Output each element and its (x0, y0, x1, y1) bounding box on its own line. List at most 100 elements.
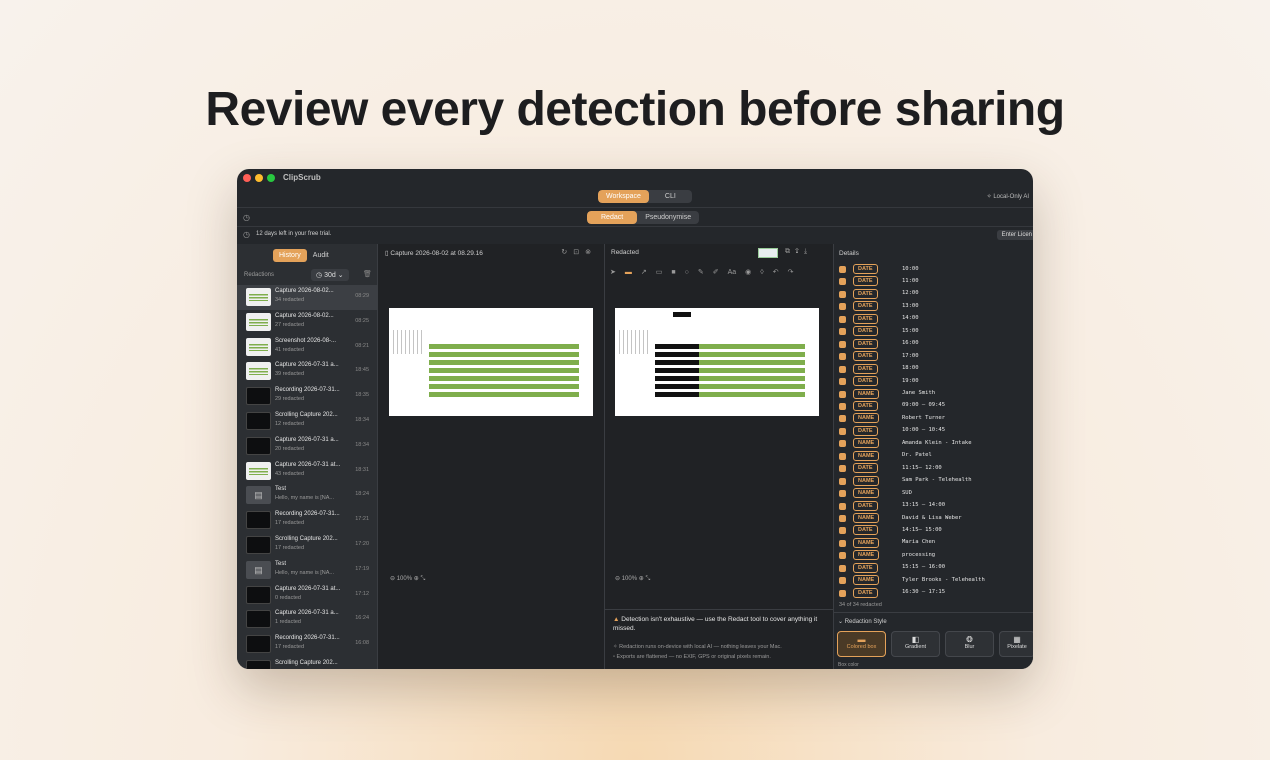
compare-toggle[interactable] (758, 248, 778, 258)
redaction-box[interactable] (655, 392, 699, 397)
detection-row[interactable]: NAME David & Lisa Weber (839, 513, 1033, 525)
history-item[interactable]: Scrolling Capture 202... (237, 657, 378, 669)
detection-checkbox[interactable] (839, 315, 846, 323)
detection-row[interactable]: NAME processing (839, 550, 1033, 562)
redaction-box[interactable] (655, 344, 699, 349)
detection-checkbox[interactable] (839, 365, 846, 373)
detection-row[interactable]: NAME Tyler Brooks - Telehealth (839, 575, 1033, 587)
tab-workspace[interactable]: Workspace (598, 190, 649, 203)
close-window-icon[interactable] (243, 174, 251, 182)
redaction-box[interactable] (673, 312, 691, 317)
refresh-icon[interactable]: ↻ (561, 249, 573, 256)
redaction-box[interactable] (655, 352, 699, 357)
pen-icon[interactable]: ✎ (698, 269, 704, 276)
history-item[interactable]: Capture 2026-07-31 a... 39 redacted 18:45 (237, 359, 378, 384)
arrow-icon[interactable]: ↗ (641, 269, 647, 276)
detection-checkbox[interactable] (839, 490, 846, 498)
detection-checkbox[interactable] (839, 564, 846, 572)
redaction-box[interactable] (655, 384, 699, 389)
history-item[interactable]: Recording 2026-07-31... 17 redacted 17:21 (237, 508, 378, 533)
detection-row[interactable]: DATE 14:00 (839, 313, 1033, 326)
detection-row[interactable]: NAME Jane Smith (839, 388, 1033, 401)
history-item[interactable]: ▤ Test Hello, my name is [NA... 18:24 (237, 483, 378, 508)
history-item[interactable]: Recording 2026-07-31... 29 redacted 18:35 (237, 384, 378, 409)
history-item[interactable]: Capture 2026-08-02... 34 redacted 08:29 (237, 285, 378, 310)
redaction-box[interactable] (655, 368, 699, 373)
detection-checkbox[interactable] (839, 589, 846, 597)
pointer-icon[interactable]: ➤ (610, 269, 616, 276)
detection-checkbox[interactable] (839, 502, 846, 510)
copy-icon[interactable]: ⧉ (785, 248, 795, 255)
detection-row[interactable]: DATE 17:00 (839, 351, 1033, 363)
detection-checkbox[interactable] (839, 465, 846, 473)
history-item[interactable]: Recording 2026-07-31... 17 redacted 16:08 (237, 632, 378, 657)
detection-checkbox[interactable] (839, 278, 846, 286)
trash-icon[interactable]: 🗑 (363, 270, 372, 278)
minimize-window-icon[interactable] (255, 174, 263, 182)
detection-checkbox[interactable] (839, 440, 846, 448)
detection-row[interactable]: DATE 16:00 (839, 338, 1033, 351)
detection-row[interactable]: DATE 13:15 – 14:00 (839, 500, 1033, 513)
detection-checkbox[interactable] (839, 539, 846, 547)
detection-checkbox[interactable] (839, 577, 846, 585)
detection-row[interactable]: NAME Amanda Klein - Intake (839, 438, 1033, 450)
redact-box-icon[interactable]: ▬ (625, 269, 632, 276)
detection-checkbox[interactable] (839, 427, 846, 435)
save-icon[interactable]: ⤓ (804, 248, 812, 255)
detection-row[interactable]: DATE 11:15– 12:00 (839, 463, 1033, 475)
enter-license-button[interactable]: Enter Licen (996, 230, 1033, 240)
detection-checkbox[interactable] (839, 340, 846, 348)
detection-checkbox[interactable] (839, 303, 846, 311)
detection-checkbox[interactable] (839, 452, 846, 460)
detection-row[interactable]: DATE 09:00 – 09:45 (839, 400, 1033, 413)
detection-row[interactable]: DATE 18:00 (839, 363, 1033, 376)
history-item[interactable]: Scrolling Capture 202... 17 redacted 17:20 (237, 533, 378, 558)
text-icon[interactable]: Aa (728, 269, 737, 276)
history-item[interactable]: Capture 2026-08-02... 27 redacted 08:25 (237, 310, 378, 335)
detection-checkbox[interactable] (839, 328, 846, 336)
detection-row[interactable]: DATE 14:15– 15:00 (839, 525, 1033, 537)
detection-row[interactable]: NAME Maria Chen (839, 537, 1033, 550)
fit-icon[interactable]: ⤡ (645, 576, 650, 582)
detection-row[interactable]: DATE 11:00 (839, 276, 1033, 288)
history-item[interactable]: Scrolling Capture 202... 12 redacted 18:34 (237, 409, 378, 434)
style-pixelate[interactable]: ▦ Pixelate (999, 631, 1033, 657)
detection-row[interactable]: DATE 13:00 (839, 301, 1033, 313)
tab-cli[interactable]: CLI (649, 190, 692, 203)
detection-checkbox[interactable] (839, 378, 846, 386)
tab-redact[interactable]: Redact (587, 211, 638, 224)
history-item[interactable]: Capture 2026-07-31 a... 20 redacted 18:34 (237, 434, 378, 459)
redaction-box[interactable] (655, 360, 699, 365)
detection-checkbox[interactable] (839, 527, 846, 535)
history-icon[interactable]: ◷ (243, 213, 250, 222)
redo-icon[interactable]: ↷ (788, 269, 794, 276)
detection-row[interactable]: NAME Dr. Patel (839, 450, 1033, 463)
detection-row[interactable]: NAME SUD (839, 488, 1033, 500)
folder-icon[interactable]: ⊡ (573, 249, 585, 256)
history-item[interactable]: Capture 2026-07-31 at... 0 redacted 17:12 (237, 583, 378, 608)
redaction-style-header[interactable]: ⌄ Redaction Style (838, 618, 887, 625)
detection-checkbox[interactable] (839, 390, 846, 398)
detection-checkbox[interactable] (839, 353, 846, 361)
zoom-out-icon[interactable]: ⊖ (615, 576, 622, 582)
history-item[interactable]: Capture 2026-07-31 a... 1 redacted 16:24 (237, 607, 378, 632)
detection-row[interactable]: NAME Robert Turner (839, 413, 1033, 425)
detection-checkbox[interactable] (839, 402, 846, 410)
style-gradient[interactable]: ◧ Gradient (891, 631, 940, 657)
history-item[interactable]: Screenshot 2026-08-... 41 redacted 08:21 (237, 335, 378, 360)
detection-checkbox[interactable] (839, 266, 846, 273)
detection-row[interactable]: DATE 15:00 (839, 326, 1033, 338)
detection-row[interactable]: DATE 10:00 – 10:45 (839, 425, 1033, 438)
tab-pseudonymise[interactable]: Pseudonymise (637, 211, 699, 224)
close-icon[interactable]: ⊗ (585, 249, 597, 256)
style-colored-box[interactable]: ▬ Colored box (837, 631, 886, 657)
detection-checkbox[interactable] (839, 477, 846, 485)
share-icon[interactable]: ⇪ (795, 248, 804, 255)
tab-audit[interactable]: Audit (307, 249, 335, 262)
detection-checkbox[interactable] (839, 415, 846, 423)
blur-drop-icon[interactable]: ◊ (760, 269, 763, 276)
highlighter-icon[interactable]: ✐ (713, 269, 719, 276)
detection-row[interactable]: NAME Sam Park - Telehealth (839, 475, 1033, 488)
detection-row[interactable]: DATE 16:30 – 17:15 (839, 587, 1033, 600)
undo-icon[interactable]: ↶ (773, 269, 779, 276)
